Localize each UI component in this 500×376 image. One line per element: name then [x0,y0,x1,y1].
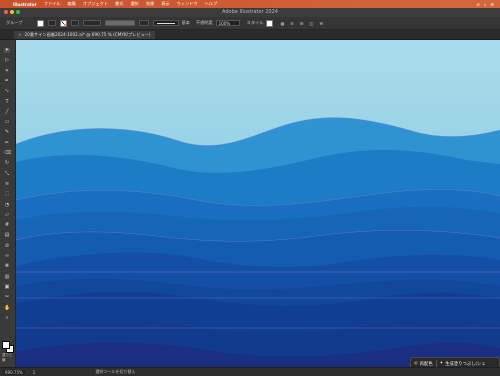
menu-type[interactable]: 書式 [115,1,123,7]
document-tab-label: 20番サイン画像2024-1002.ai* @ 690.75 % (CMYK/プ… [24,32,151,37]
eyedropper-tool-icon[interactable]: ⊘ [4,243,10,249]
free-transform-tool-icon[interactable]: ⬚ [4,192,10,197]
opacity-label[interactable]: 不透明度 [196,20,213,26]
menu-help[interactable]: ヘルプ [205,1,218,7]
graphic-style-swatch[interactable] [266,19,274,27]
minimize-window-button[interactable] [10,10,14,14]
type-tool-icon[interactable]: T [4,99,10,105]
tools-panel: ➤ ▷ ✶ ✒ ∿ T ╱ ▭ ✎ ✏ ⌫ ↻ ⤡ ≋ ⬚ ◔ ▱ # ▤ ⊘ ∞ ❋ ▥ ▣ ✂ ✋ ⌕ 塗りと線 [0,40,16,367]
variable-width-profile[interactable] [104,20,135,26]
artboard-canvas[interactable] [16,40,500,367]
stroke-dropdown[interactable] [70,20,79,26]
window-titlebar: Adobe Illustrator 2024 [0,8,500,17]
status-tip: 選択ツールを切り替え [95,369,136,374]
stroke-swatch[interactable] [59,19,67,27]
zoom-tool-icon[interactable]: ⌕ [4,315,10,321]
zoom-window-button[interactable] [16,10,20,14]
fill-dropdown[interactable] [47,20,56,26]
direct-selection-tool-icon[interactable]: ▷ [4,58,10,63]
color-label: 塗りと線 [2,353,13,362]
search-icon[interactable]: ⌕ [484,2,486,7]
selection-type-label: グループ [6,20,23,25]
page-field[interactable]: 1 [33,370,36,375]
close-window-button[interactable] [4,10,8,14]
blend-tool-icon[interactable]: ∞ [4,254,10,259]
artboard-tool-icon[interactable]: ▣ [4,284,10,290]
menubar: Illustrator ファイル 編集 オブジェクト 書式 選択 効果 表示 ウ… [0,0,500,8]
document-tabbar: × 20番サイン画像2024-1002.ai* @ 690.75 % (CMYK/… [0,30,500,40]
generative-fill-label: 生成塗りつぶし(シェ [445,361,486,367]
sparkle-icon: ✦ [439,361,444,366]
scale-tool-icon[interactable]: ⤡ [4,171,10,177]
symbol-tool-icon[interactable]: ❋ [4,264,10,269]
arrange-icon[interactable]: ▦ [280,21,284,26]
pencil-tool-icon[interactable]: ✏ [4,140,10,146]
window-controls [4,10,20,14]
menu-app[interactable]: Illustrator [13,2,37,7]
line-tool-icon[interactable]: ╱ [4,109,10,115]
close-tab-icon[interactable]: × [18,32,22,37]
slice-tool-icon[interactable]: ✂ [4,295,10,300]
recolor-button[interactable]: ◎ 再配色 [411,361,436,367]
width-tool-icon[interactable]: ≋ [4,181,10,187]
menu-effect[interactable]: 効果 [146,1,154,7]
perspective-tool-icon[interactable]: ▱ [4,212,10,218]
align-icon[interactable]: ≡ [290,21,294,26]
zoom-field[interactable]: 690.75% [3,369,25,375]
menubar-status: ≋ ⌕ ☰ [476,2,494,7]
pen-tool-icon[interactable]: ✒ [4,78,10,84]
paintbrush-tool-icon[interactable]: ✎ [4,130,10,135]
style-label: スタイル [246,20,264,25]
panel-menu-icon[interactable]: ☰ [319,21,323,26]
stroke-style-preview[interactable] [152,20,179,26]
menu-file[interactable]: ファイル [44,1,61,7]
window-title: Adobe Illustrator 2024 [222,9,278,15]
recolor-label: 再配色 [419,361,433,367]
transform-icon[interactable]: ⊞ [300,21,304,26]
fill-swatch[interactable] [36,19,44,27]
rectangle-tool-icon[interactable]: ▭ [4,120,10,125]
graph-tool-icon[interactable]: ▥ [4,274,10,280]
recolor-icon: ◎ [414,361,418,366]
magic-wand-tool-icon[interactable]: ✶ [4,68,10,74]
stroke-style-label: 基本 [181,20,190,25]
hand-tool-icon[interactable]: ✋ [4,305,10,311]
menu-object[interactable]: オブジェクト [83,1,108,7]
control-center-icon[interactable]: ☰ [490,2,494,7]
mesh-tool-icon[interactable]: # [4,223,10,228]
opacity-field[interactable]: 100% [215,20,240,26]
menu-select[interactable]: 選択 [130,1,138,7]
isolate-icon[interactable]: ◫ [309,21,313,26]
shape-builder-tool-icon[interactable]: ◔ [4,202,10,208]
rotate-tool-icon[interactable]: ↻ [4,161,10,166]
menu-window[interactable]: ウィンドウ [177,1,198,7]
generative-fill-button[interactable]: ✦ 生成塗りつぶし(シェ [437,361,489,367]
menu-view[interactable]: 表示 [161,1,169,7]
stroke-weight-field[interactable] [82,20,101,26]
gradient-tool-icon[interactable]: ▤ [4,233,10,238]
eraser-tool-icon[interactable]: ⌫ [4,151,11,156]
control-bar: グループ 基本 不透明度 100% スタイル ▦ ≡ ⊞ ◫ ☰ [0,17,500,30]
wave-artwork [16,40,500,367]
brush-definition-dropdown[interactable] [138,20,149,26]
wifi-icon[interactable]: ≋ [476,2,480,7]
menu-edit[interactable]: 編集 [68,1,76,7]
fill-color-icon[interactable] [2,341,10,349]
curvature-tool-icon[interactable]: ∿ [4,89,10,94]
document-tab[interactable]: × 20番サイン画像2024-1002.ai* @ 690.75 % (CMYK/… [14,31,155,39]
selection-tool-icon[interactable]: ➤ [4,48,10,53]
